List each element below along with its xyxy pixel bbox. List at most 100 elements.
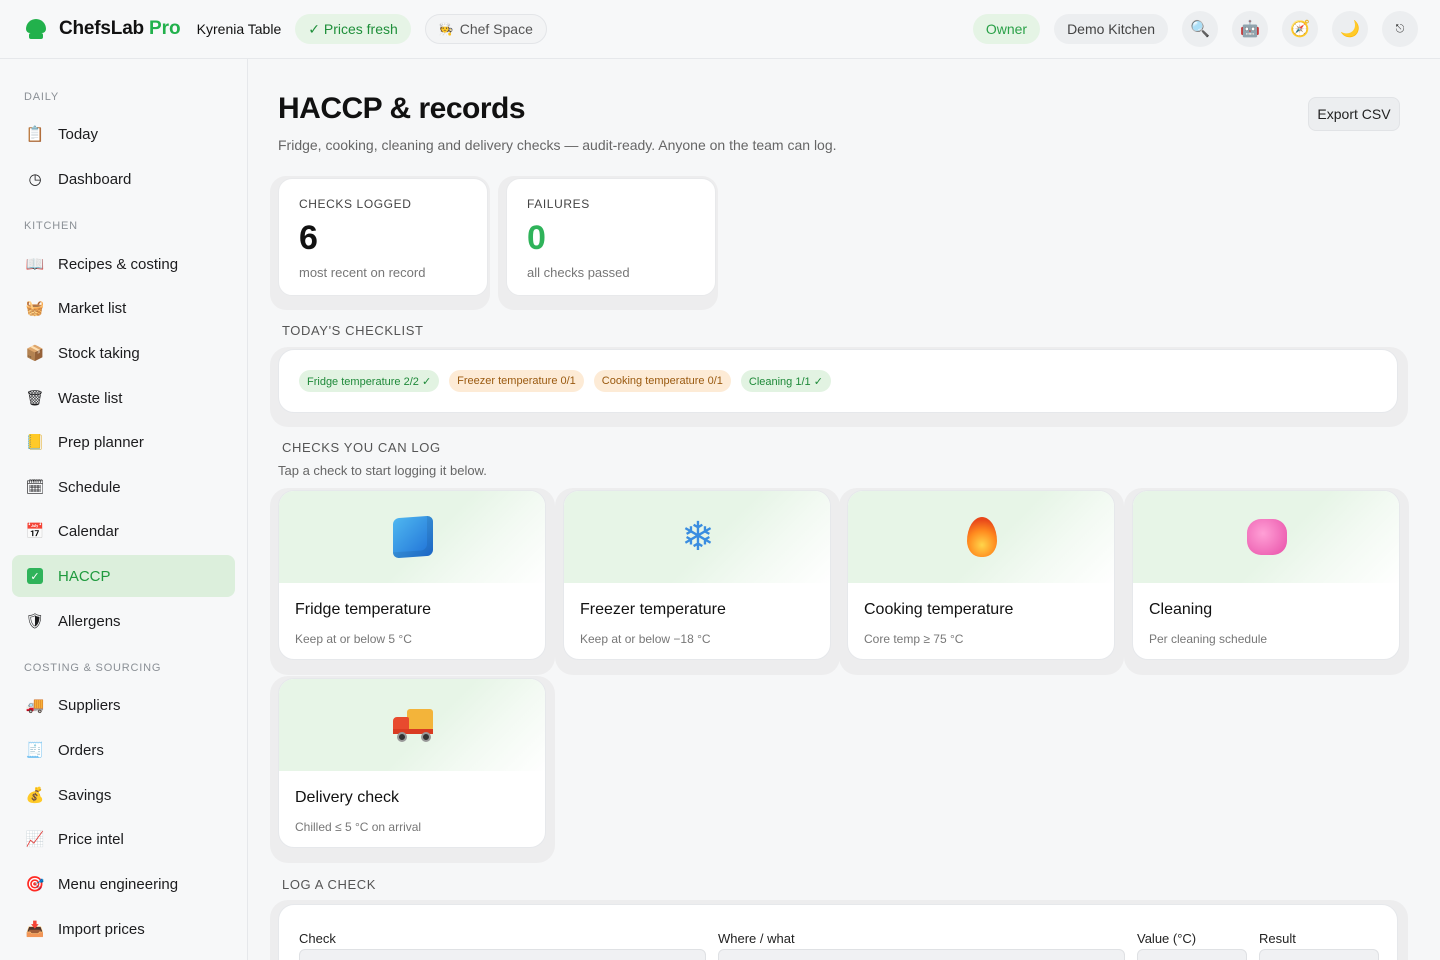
check-card-desc: Per cleaning schedule <box>1149 632 1268 646</box>
prices-fresh-badge[interactable]: ✓ Prices fresh <box>295 14 411 44</box>
check-card-cleaning[interactable]: Cleaning Per cleaning schedule <box>1124 488 1409 675</box>
stat-card-failures: FAILURES 0 all checks passed <box>498 176 718 310</box>
prices-fresh-label: ✓ Prices fresh <box>308 20 398 37</box>
sidebar-item-allergens[interactable]: 🛡 Allergens <box>12 600 235 642</box>
power-icon: ⎋ <box>1395 22 1405 35</box>
search-button[interactable]: 🔍 <box>1182 11 1218 47</box>
result-select[interactable] <box>1259 949 1379 960</box>
book-icon: 📖 <box>25 256 45 273</box>
check-card-title: Cleaning <box>1149 601 1213 618</box>
ice-cube-icon <box>391 515 435 559</box>
delivery-truck-icon <box>391 703 435 747</box>
basket-icon: 🧺 <box>25 300 45 317</box>
sidebar-item-prep-planner[interactable]: 📒 Prep planner <box>12 421 235 463</box>
receipt-icon: 🧾 <box>25 742 45 759</box>
package-icon: 📦 <box>25 345 45 362</box>
main-content: HACCP & records Fridge, cooking, cleanin… <box>248 59 1440 960</box>
money-bag-icon: 💰 <box>25 787 45 804</box>
wastebasket-icon: 🗑 <box>25 390 45 407</box>
sidebar-item-haccp[interactable]: ✓ HACCP <box>12 555 235 597</box>
sidebar-item-label: Suppliers <box>58 696 121 714</box>
checklist-chip-freezer[interactable]: Freezer temperature 0/1 <box>449 370 584 392</box>
sidebar-item-label: Market list <box>58 299 127 317</box>
check-card-fridge[interactable]: Fridge temperature Keep at or below 5 °C <box>270 488 555 675</box>
check-card-delivery[interactable]: Delivery check Chilled ≤ 5 °C on arrival <box>270 676 555 863</box>
logout-button[interactable]: ⎋ <box>1382 11 1418 47</box>
inbox-icon: 📥 <box>25 921 45 938</box>
log-field-label-check: Check <box>299 931 336 946</box>
check-select[interactable] <box>299 949 706 960</box>
checklist-chip-fridge[interactable]: Fridge temperature 2/2 ✓ <box>299 370 440 392</box>
sidebar-item-label: Orders <box>58 741 104 759</box>
checklist-heading: TODAY'S CHECKLIST <box>282 323 424 338</box>
kitchen-switcher[interactable]: Demo Kitchen <box>1054 14 1168 44</box>
sidebar-item-calendar[interactable]: 📅 Calendar <box>12 510 235 552</box>
brand-name: ChefsLab <box>59 18 144 39</box>
sidebar-item-label: HACCP <box>58 567 111 585</box>
sidebar-item-label: Menu engineering <box>58 875 179 893</box>
sidebar-item-savings[interactable]: 💰 Savings <box>12 774 235 816</box>
sidebar-item-orders[interactable]: 🧾 Orders <box>12 729 235 771</box>
brand[interactable]: ChefsLab Pro <box>24 17 181 41</box>
stat-card-checks-logged: CHECKS LOGGED 6 most recent on record <box>270 176 490 310</box>
stat-caption: most recent on record <box>299 265 426 280</box>
sidebar-item-label: Prep planner <box>58 433 144 451</box>
role-label: Owner <box>985 21 1028 37</box>
sidebar-item-label: Import prices <box>58 920 145 938</box>
snowflake-icon: ❄ <box>681 515 715 559</box>
sidebar-item-import-prices[interactable]: 📥 Import prices <box>12 908 235 950</box>
sidebar-item-label: Recipes & costing <box>58 255 179 273</box>
check-card-cooking[interactable]: Cooking temperature Core temp ≥ 75 °C <box>839 488 1124 675</box>
clipboard-icon: 📋 <box>25 126 45 143</box>
sidebar-item-waste-list[interactable]: 🗑 Waste list <box>12 377 235 419</box>
calendar-icon: 📅 <box>25 523 45 540</box>
sidebar-item-menu-engineering[interactable]: 🎯 Menu engineering <box>12 863 235 905</box>
kitchen-label: Demo Kitchen <box>1067 21 1155 37</box>
checklist-chip-cleaning[interactable]: Cleaning 1/1 ✓ <box>740 370 831 392</box>
sidebar-item-market-list[interactable]: 🧺 Market list <box>12 287 235 329</box>
log-field-label-result: Result <box>1259 931 1296 946</box>
sidebar-item-label: Savings <box>58 786 112 804</box>
brand-suffix: Pro <box>148 18 181 39</box>
chef-space-button[interactable]: 🧑‍🍳 Chef Space <box>424 14 547 44</box>
sidebar-section-kitchen: KITCHEN <box>24 220 78 232</box>
role-badge[interactable]: Owner <box>972 14 1041 44</box>
check-box-icon: ✓ <box>26 567 44 585</box>
log-field-label-where: Where / what <box>718 931 795 946</box>
sidebar-item-recipes[interactable]: 📖 Recipes & costing <box>12 243 235 285</box>
assistant-button[interactable]: 🤖 <box>1232 11 1268 47</box>
sidebar-item-price-intel[interactable]: 📈 Price intel <box>12 818 235 860</box>
cook-icon: 🧑‍🍳 <box>438 22 454 36</box>
sidebar-item-stock-taking[interactable]: 📦 Stock taking <box>12 332 235 374</box>
stat-caption: all checks passed <box>527 265 630 280</box>
checklist-chip-cooking[interactable]: Cooking temperature 0/1 <box>593 370 731 392</box>
tour-button[interactable]: 🧭 <box>1282 11 1318 47</box>
check-card-title: Fridge temperature <box>295 601 432 618</box>
chart-icon: 📈 <box>25 831 45 848</box>
sidebar-item-dashboard[interactable]: ◷ Dashboard <box>12 158 235 200</box>
export-csv-button[interactable]: Export CSV <box>1308 97 1400 131</box>
sidebar-item-label: Schedule <box>58 478 121 496</box>
check-card-title: Freezer temperature <box>580 601 726 618</box>
top-bar: ChefsLab Pro Kyrenia Table ✓ Prices fres… <box>0 0 1440 59</box>
ledger-icon: 📒 <box>25 434 45 451</box>
chef-hat-icon <box>24 17 48 41</box>
compass-icon: 🧭 <box>1290 21 1310 38</box>
check-card-freezer[interactable]: ❄ Freezer temperature Keep at or below −… <box>555 488 840 675</box>
sidebar-item-schedule[interactable]: 🗓 Schedule <box>12 466 235 508</box>
sponge-icon <box>1245 515 1289 559</box>
calendar-icon: 🗓 <box>25 479 45 496</box>
sidebar-item-label: Allergens <box>58 612 121 630</box>
sidebar-item-label: Today <box>58 125 99 143</box>
theme-toggle[interactable]: 🌙 <box>1332 11 1368 47</box>
stat-label: FAILURES <box>527 197 590 211</box>
sidebar-item-today[interactable]: 📋 Today <box>12 113 235 155</box>
check-card-desc: Keep at or below −18 °C <box>580 632 711 646</box>
sidebar-item-label: Price intel <box>58 830 124 848</box>
sidebar-item-suppliers[interactable]: 🚚 Suppliers <box>12 684 235 726</box>
checks-heading: CHECKS YOU CAN LOG <box>282 440 441 455</box>
sidebar-section-costing: COSTING & SOURCING <box>24 662 162 674</box>
target-icon: 🎯 <box>25 876 45 893</box>
where-input[interactable] <box>718 949 1125 960</box>
value-input[interactable] <box>1137 949 1247 960</box>
